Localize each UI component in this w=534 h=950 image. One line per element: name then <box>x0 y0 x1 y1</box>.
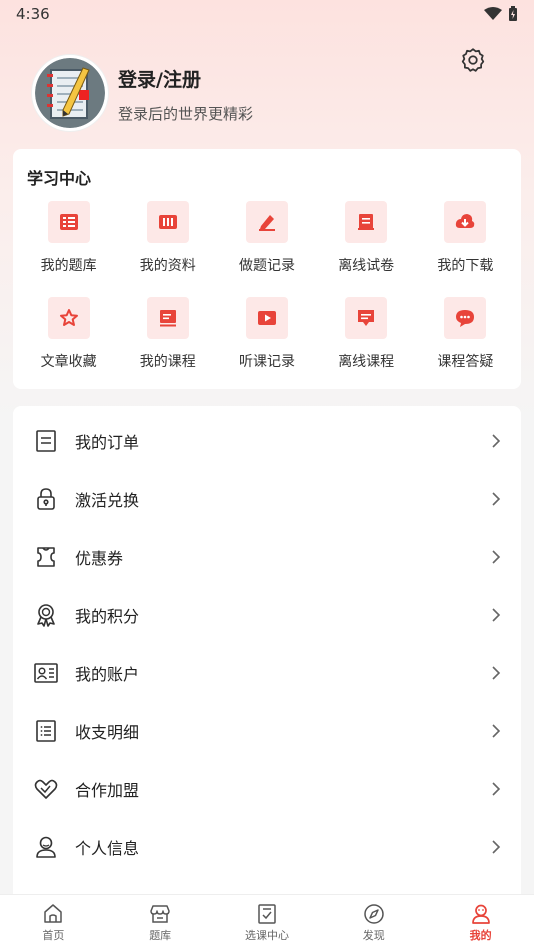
study-item-label: 我的题库 <box>40 258 97 274</box>
compass-icon <box>364 904 384 924</box>
chevron-right-icon <box>492 550 501 564</box>
person-icon <box>36 836 56 858</box>
menu-item-coupons[interactable]: 优惠券 <box>13 528 521 586</box>
study-item-article-favorites[interactable]: 文章收藏 <box>19 297 118 371</box>
offline-course-icon <box>358 310 375 326</box>
chevron-right-icon <box>492 840 501 854</box>
home-icon <box>44 904 63 923</box>
study-item-label: 我的课程 <box>139 354 196 370</box>
study-item-label: 课程答疑 <box>437 354 494 370</box>
practice-record-icon <box>258 215 275 231</box>
tab-discover[interactable]: 发现 <box>320 895 427 950</box>
chevron-right-icon <box>492 724 501 738</box>
store-icon <box>150 905 170 923</box>
tab-question-bank[interactable]: 题库 <box>107 895 214 950</box>
tab-mine[interactable]: 我的 <box>427 895 534 950</box>
settings-button[interactable] <box>460 47 488 75</box>
study-center-title: 学习中心 <box>27 169 92 188</box>
status-icons <box>484 6 518 22</box>
star-icon <box>59 309 78 326</box>
study-item-my-courses[interactable]: 我的课程 <box>118 297 217 371</box>
menu-item-income-expense[interactable]: 收支明细 <box>13 702 521 760</box>
chevron-right-icon <box>492 782 501 796</box>
offline-paper-icon <box>358 214 375 230</box>
study-item-materials[interactable]: 我的资料 <box>118 201 217 275</box>
login-register-link[interactable]: 登录/注册 <box>118 65 201 92</box>
bottom-tab-bar: 首页 题库 选课中心 发现 我的 <box>0 894 534 950</box>
study-center-card: 学习中心 我的题库 我的资料 做题记录 离线试卷 我的下载 文章收藏 我的课程 <box>13 149 521 389</box>
handshake-icon <box>34 779 58 799</box>
chat-icon <box>456 310 475 327</box>
profile-header: 登录/注册 登录后的世界更精彩 <box>32 48 502 135</box>
checklist-icon <box>258 904 276 924</box>
battery-icon <box>509 6 517 21</box>
chevron-right-icon <box>492 434 501 448</box>
study-item-listening-record[interactable]: 听课记录 <box>217 297 316 371</box>
study-item-label: 做题记录 <box>238 258 295 274</box>
status-bar: 4:36 <box>0 0 534 30</box>
chevron-right-icon <box>492 492 501 506</box>
course-icon <box>159 310 176 327</box>
study-item-label: 我的资料 <box>139 258 196 274</box>
menu-item-label: 个人信息 <box>75 839 140 858</box>
question-bank-icon <box>59 214 78 230</box>
menu-list: 我的订单 激活兑换 优惠券 我的积分 我的账户 收支明细 合作加盟 个人信息 <box>13 406 521 906</box>
avatar-notebook-icon <box>35 58 105 128</box>
login-subtitle: 登录后的世界更精彩 <box>118 105 254 123</box>
avatar[interactable] <box>32 55 108 131</box>
tab-course-center[interactable]: 选课中心 <box>214 895 321 950</box>
lock-icon <box>37 488 55 510</box>
status-time: 4:36 <box>16 5 50 23</box>
menu-item-label: 收支明细 <box>75 723 140 742</box>
menu-item-label: 合作加盟 <box>75 781 140 800</box>
study-item-label: 离线试卷 <box>338 258 395 274</box>
menu-item-points[interactable]: 我的积分 <box>13 586 521 644</box>
menu-item-personal-info[interactable]: 个人信息 <box>13 818 521 876</box>
user-icon <box>471 904 490 924</box>
tab-label: 选课中心 <box>244 929 289 942</box>
menu-item-account[interactable]: 我的账户 <box>13 644 521 702</box>
menu-item-activate-redeem[interactable]: 激活兑换 <box>13 470 521 528</box>
study-item-offline-course[interactable]: 离线课程 <box>317 297 416 371</box>
tab-label: 题库 <box>149 929 172 942</box>
download-icon <box>456 214 475 228</box>
play-icon <box>257 311 276 325</box>
study-item-download[interactable]: 我的下载 <box>416 201 515 275</box>
chevron-right-icon <box>492 608 501 622</box>
account-card-icon <box>34 663 58 683</box>
menu-item-label: 优惠券 <box>75 549 124 568</box>
menu-item-orders[interactable]: 我的订单 <box>13 412 521 470</box>
tab-label: 发现 <box>362 929 385 942</box>
wifi-icon <box>484 7 502 20</box>
tab-label: 首页 <box>42 929 65 942</box>
materials-icon <box>158 215 177 229</box>
menu-item-label: 我的账户 <box>75 665 140 684</box>
study-item-practice-record[interactable]: 做题记录 <box>217 201 316 275</box>
medal-icon <box>37 604 55 627</box>
study-item-course-qa[interactable]: 课程答疑 <box>416 297 515 371</box>
study-center-grid: 我的题库 我的资料 做题记录 离线试卷 我的下载 文章收藏 我的课程 听课记录 <box>19 201 515 371</box>
tab-label: 我的 <box>469 929 492 942</box>
menu-item-label: 我的订单 <box>75 433 140 452</box>
study-item-label: 文章收藏 <box>40 354 97 370</box>
coupon-icon <box>37 547 55 567</box>
study-item-label: 离线课程 <box>338 354 395 370</box>
gear-icon <box>461 48 485 72</box>
study-item-label: 我的下载 <box>437 258 494 274</box>
menu-item-label: 我的积分 <box>75 607 140 626</box>
tab-home[interactable]: 首页 <box>0 895 107 950</box>
menu-item-label: 激活兑换 <box>75 491 140 510</box>
menu-item-partnership[interactable]: 合作加盟 <box>13 760 521 818</box>
study-item-question-bank[interactable]: 我的题库 <box>19 201 118 275</box>
order-icon <box>36 430 56 452</box>
list-icon <box>36 720 56 742</box>
study-item-label: 听课记录 <box>238 354 295 370</box>
chevron-right-icon <box>492 666 501 680</box>
study-item-offline-paper[interactable]: 离线试卷 <box>317 201 416 275</box>
